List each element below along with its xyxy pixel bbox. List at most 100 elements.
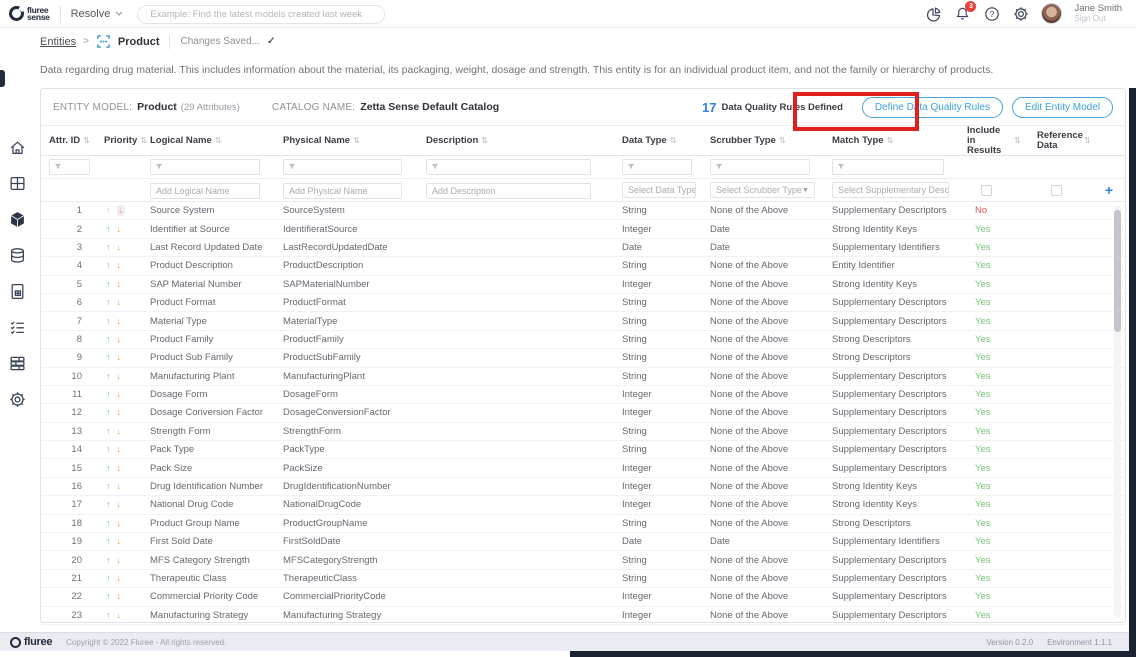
col-header-description[interactable]: Description⇅: [418, 136, 614, 146]
sort-icon[interactable]: ⇅: [481, 136, 488, 146]
move-down-arrow[interactable]: ↓: [117, 371, 122, 382]
move-up-arrow[interactable]: ↑: [106, 555, 111, 566]
move-up-arrow[interactable]: ↑: [106, 352, 111, 363]
move-up-arrow[interactable]: ↑: [106, 518, 111, 529]
move-up-arrow[interactable]: ↑: [106, 499, 111, 510]
sidebar-item-documents[interactable]: [8, 282, 26, 300]
sidebar-item-data-sets[interactable]: [8, 354, 26, 372]
move-down-arrow[interactable]: ↓: [117, 316, 122, 327]
move-down-arrow[interactable]: ↓: [117, 573, 122, 584]
add-description-input[interactable]: [426, 183, 591, 199]
add-attribute-button[interactable]: +: [1097, 182, 1121, 198]
select-data-type-dropdown[interactable]: Select Data Type▼: [622, 182, 696, 198]
move-up-arrow[interactable]: ↑: [106, 591, 111, 602]
move-up-arrow[interactable]: ↑: [106, 481, 111, 492]
sort-icon[interactable]: ⇅: [1014, 136, 1021, 146]
move-down-arrow[interactable]: ↓: [117, 426, 122, 437]
col-header-include-in-results[interactable]: Include in Results⇅: [959, 126, 1029, 156]
sort-icon[interactable]: ⇅: [1084, 136, 1091, 146]
move-up-arrow[interactable]: ↑: [106, 444, 111, 455]
move-down-arrow[interactable]: ↓: [117, 242, 122, 253]
col-header-data-type[interactable]: Data Type⇅: [614, 136, 702, 146]
include-in-results-checkbox[interactable]: [981, 185, 992, 196]
move-down-arrow[interactable]: ↓: [117, 407, 122, 418]
move-down-arrow[interactable]: ↓: [117, 499, 122, 510]
move-down-arrow[interactable]: ↓: [117, 444, 122, 455]
sidebar-item-tasks-checklist[interactable]: [8, 318, 26, 336]
move-up-arrow[interactable]: ↑: [106, 389, 111, 400]
table-scrollbar-thumb[interactable]: [1114, 210, 1121, 332]
filter-scrubber-type[interactable]: [710, 159, 810, 175]
move-up-arrow[interactable]: ↑: [106, 334, 111, 345]
add-physical-name-input[interactable]: [283, 183, 402, 199]
col-header-match-type[interactable]: Match Type⇅: [824, 136, 959, 146]
move-down-arrow[interactable]: ↓: [117, 260, 122, 271]
move-down-arrow[interactable]: ↓: [117, 591, 122, 602]
reference-data-checkbox[interactable]: [1051, 185, 1062, 196]
move-down-arrow[interactable]: ↓: [117, 224, 122, 235]
col-header-reference-data[interactable]: Reference Data⇅: [1029, 131, 1097, 151]
filter-physical-name[interactable]: [283, 159, 402, 175]
user-avatar[interactable]: [1041, 3, 1062, 24]
filter-match-type[interactable]: [832, 159, 944, 175]
move-up-arrow[interactable]: ↑: [106, 297, 111, 308]
move-down-arrow[interactable]: ↓: [117, 463, 122, 474]
move-up-arrow[interactable]: ↑: [106, 426, 111, 437]
move-down-arrow[interactable]: ↓: [117, 279, 122, 290]
sign-out-link[interactable]: Sign Out: [1074, 14, 1122, 24]
fluree-sense-logo[interactable]: fluree sense: [0, 6, 50, 21]
move-up-arrow[interactable]: ↑: [106, 371, 111, 382]
sidebar-item-data-sources[interactable]: [8, 246, 26, 264]
define-data-quality-rules-button[interactable]: Define Data Quality Rules: [862, 97, 1003, 118]
move-up-arrow[interactable]: ↑: [106, 463, 111, 474]
filter-logical-name[interactable]: [150, 159, 260, 175]
resolve-dropdown[interactable]: Resolve: [71, 8, 124, 20]
move-down-arrow[interactable]: ↓: [117, 334, 122, 345]
move-down-arrow[interactable]: ↓: [117, 481, 122, 492]
move-up-arrow[interactable]: ↑: [106, 407, 111, 418]
select-match-type-dropdown[interactable]: Select Supplementary Desc.▼: [832, 182, 949, 198]
col-header-priority[interactable]: Priority⇅: [96, 136, 142, 146]
filter-attr-id[interactable]: [49, 159, 90, 175]
breadcrumb-entities-link[interactable]: Entities: [40, 36, 76, 48]
move-up-arrow[interactable]: ↑: [106, 242, 111, 253]
move-up-arrow[interactable]: ↑: [106, 279, 111, 290]
col-header-attr-id[interactable]: Attr. ID⇅: [41, 136, 96, 146]
edit-entity-model-button[interactable]: Edit Entity Model: [1012, 97, 1113, 118]
col-header-scrubber-type[interactable]: Scrubber Type⇅: [702, 136, 824, 146]
sort-icon[interactable]: ⇅: [887, 136, 894, 146]
select-scrubber-type-dropdown[interactable]: Select Scrubber Type▼: [710, 182, 815, 198]
move-down-arrow[interactable]: ↓: [117, 352, 122, 363]
move-up-arrow[interactable]: ↑: [106, 610, 111, 621]
col-header-logical-name[interactable]: Logical Name⇅: [142, 136, 275, 146]
settings-gear-icon[interactable]: [1012, 5, 1029, 22]
sidebar-item-apps-grid[interactable]: [8, 174, 26, 192]
move-down-arrow[interactable]: ↓: [117, 205, 126, 216]
move-down-arrow[interactable]: ↓: [117, 610, 122, 621]
move-down-arrow[interactable]: ↓: [117, 555, 122, 566]
move-up-arrow[interactable]: ↑: [106, 316, 111, 327]
move-up-arrow[interactable]: ↑: [106, 260, 111, 271]
move-down-arrow[interactable]: ↓: [117, 536, 122, 547]
sort-icon[interactable]: ⇅: [670, 136, 677, 146]
move-down-arrow[interactable]: ↓: [117, 297, 122, 308]
sort-icon[interactable]: ⇅: [779, 136, 786, 146]
move-down-arrow[interactable]: ↓: [117, 389, 122, 400]
help-icon[interactable]: ?: [983, 5, 1000, 22]
sidebar-item-product-models[interactable]: [8, 210, 26, 228]
sort-icon[interactable]: ⇅: [83, 136, 90, 146]
filter-data-type[interactable]: [622, 159, 692, 175]
add-logical-name-input[interactable]: [150, 183, 260, 199]
notifications-bell-icon[interactable]: 3: [954, 5, 971, 22]
sort-icon[interactable]: ⇅: [215, 136, 222, 146]
move-up-arrow[interactable]: ↑: [106, 536, 111, 547]
table-scrollbar-track[interactable]: [1114, 206, 1121, 618]
sort-icon[interactable]: ⇅: [353, 136, 360, 146]
col-header-physical-name[interactable]: Physical Name⇅: [275, 136, 418, 146]
filter-description[interactable]: [426, 159, 591, 175]
move-down-arrow[interactable]: ↓: [117, 518, 122, 529]
sidebar-item-home[interactable]: [8, 138, 26, 156]
move-up-arrow[interactable]: ↑: [106, 205, 111, 216]
move-up-arrow[interactable]: ↑: [106, 224, 111, 235]
move-up-arrow[interactable]: ↑: [106, 573, 111, 584]
